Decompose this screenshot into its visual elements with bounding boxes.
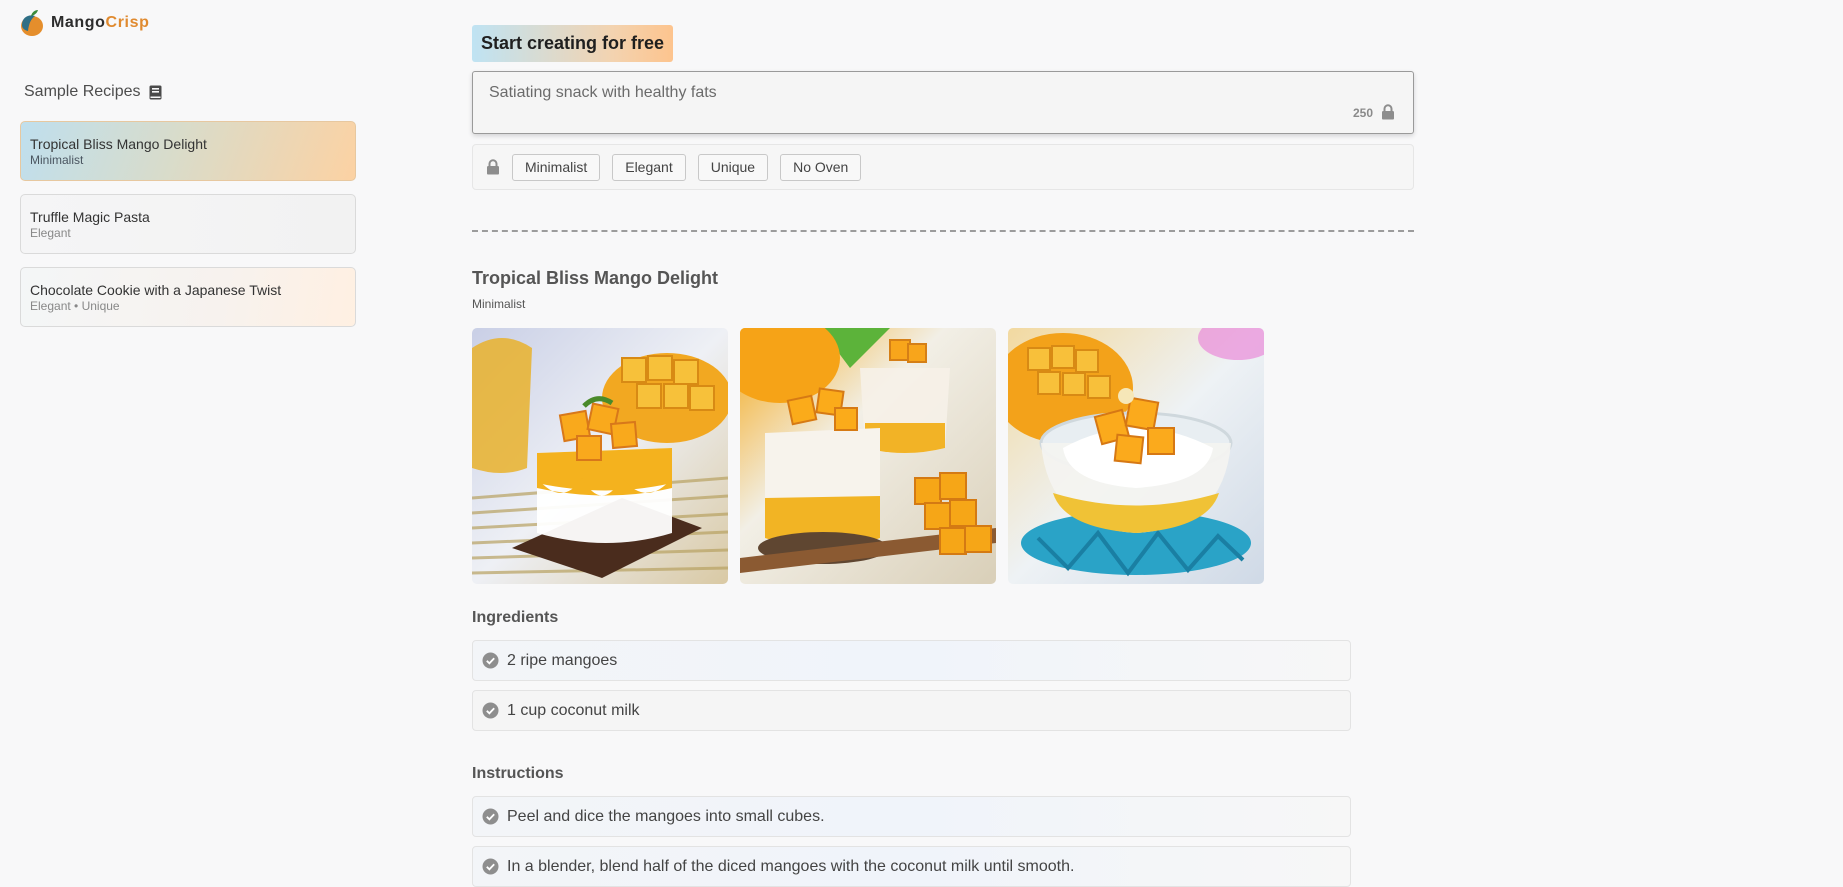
instruction-text: In a blender, blend half of the diced ma…	[507, 857, 1075, 875]
recipe-name: Truffle Magic Pasta	[30, 209, 150, 225]
character-count: 250	[1352, 106, 1373, 120]
instruction-step[interactable]: Peel and dice the mangoes into small cub…	[472, 796, 1351, 837]
prompt-text[interactable]: Satiating snack with healthy fats	[489, 84, 717, 102]
recipe-title: Tropical Bliss Mango Delight	[472, 268, 719, 288]
sample-recipes-heading: Sample Recipes	[24, 83, 162, 101]
recipe-tags: Elegant • Unique	[30, 299, 120, 313]
recipe-card-truffle-pasta[interactable]: Truffle Magic Pasta Elegant	[20, 194, 356, 254]
style-chip-elegant[interactable]: Elegant	[612, 153, 686, 181]
mango-bowl-photo[interactable]	[1008, 328, 1264, 584]
instruction-step[interactable]: In a blender, blend half of the diced ma…	[472, 846, 1351, 887]
check-circle-icon[interactable]	[482, 702, 499, 719]
recipe-card-chocolate-cookie[interactable]: Chocolate Cookie with a Japanese Twist E…	[20, 267, 356, 327]
lock-icon[interactable]	[486, 159, 500, 175]
book-icon	[149, 85, 161, 99]
ingredient-item[interactable]: 1 cup coconut milk	[472, 690, 1351, 731]
check-circle-icon[interactable]	[482, 858, 499, 875]
style-chip-unique[interactable]: Unique	[697, 153, 769, 181]
recipe-photo-gallery	[472, 328, 1264, 584]
recipe-name: Chocolate Cookie with a Japanese Twist	[30, 282, 282, 298]
ingredients-heading: Ingredients	[472, 609, 559, 626]
brand-logo[interactable]: MangoCrisp	[19, 9, 149, 37]
sample-recipes-title: Sample Recipes	[24, 83, 141, 100]
check-circle-icon[interactable]	[482, 652, 499, 669]
instructions-heading: Instructions	[472, 765, 564, 782]
sample-recipes-list: Tropical Bliss Mango Delight Minimalist …	[20, 121, 356, 340]
mango-parfait-cups-photo[interactable]	[740, 328, 996, 584]
brand-name: MangoCrisp	[51, 14, 150, 31]
recipe-name: Tropical Bliss Mango Delight	[30, 136, 207, 152]
recipe-tags: Minimalist	[30, 153, 84, 167]
ingredient-text: 2 ripe mangoes	[507, 651, 618, 669]
mango-logo-icon	[21, 10, 43, 36]
instruction-text: Peel and dice the mangoes into small cub…	[507, 807, 825, 825]
ingredient-text: 1 cup coconut milk	[507, 701, 640, 719]
check-circle-icon[interactable]	[482, 808, 499, 825]
section-divider	[472, 230, 1414, 232]
mango-cube-glass-photo[interactable]	[472, 328, 728, 584]
style-chip-no-oven[interactable]: No Oven	[780, 153, 862, 181]
style-chip-minimalist[interactable]: Minimalist	[512, 153, 601, 181]
recipe-card-tropical-bliss[interactable]: Tropical Bliss Mango Delight Minimalist	[20, 121, 356, 181]
recipe-style-tag: Minimalist	[472, 297, 526, 311]
recipe-tags: Elegant	[30, 226, 71, 240]
style-options-bar: Minimalist Elegant Unique No Oven	[472, 144, 1414, 190]
lock-icon[interactable]	[1381, 104, 1395, 120]
ingredient-item[interactable]: 2 ripe mangoes	[472, 640, 1351, 681]
prompt-input[interactable]: Satiating snack with healthy fats 250	[472, 71, 1414, 134]
start-creating-button[interactable]: Start creating for free	[472, 25, 674, 62]
